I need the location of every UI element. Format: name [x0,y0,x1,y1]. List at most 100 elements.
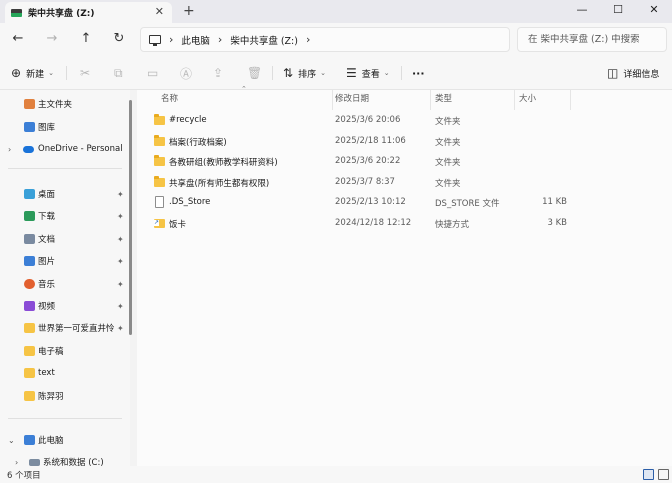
refresh-button[interactable]: ↻ [111,31,127,47]
column-header-name[interactable]: 名称 [157,90,333,110]
pin-icon[interactable]: ✦ [117,235,124,244]
sidebar-item-label: 图库 [38,123,56,133]
file-name: #recycle [169,115,207,125]
sort-button[interactable]: ⇅ 排序 ⌄ [283,65,326,81]
sidebar-item-label: OneDrive - Personal [38,144,123,154]
tiles-view-button[interactable] [658,469,669,480]
new-button[interactable]: ⊕ 新建 ⌄ [11,65,54,81]
sidebar-item-downloads[interactable]: 下载 ✦ [0,206,130,226]
sidebar-item-label: 视频 [38,302,56,312]
sidebar-item-desktop[interactable]: 桌面 ✦ [0,184,130,204]
file-date: 2025/2/18 11:06 [335,136,406,146]
tab-active[interactable]: 柴中共享盘 (Z:) ✕ [5,2,172,23]
copy-button[interactable]: ⧉ [114,65,128,81]
file-type: 快捷方式 [435,220,470,230]
column-header-size[interactable]: 大小 [515,90,571,110]
collapse-icon[interactable]: ⌄ [8,436,15,445]
sidebar-item-folder[interactable]: 电子稿 [0,341,130,361]
picture-icon [24,256,35,266]
address-bar[interactable]: › 此电脑 › 柴中共享盘 (Z:) › [140,27,510,52]
search-box[interactable] [517,27,667,52]
sidebar-item-documents[interactable]: 文档 ✦ [0,229,130,249]
folder-icon [154,176,165,187]
rename-button[interactable]: Ⓐ [180,65,197,81]
pc-icon [149,35,161,46]
minimize-button[interactable]: — [564,0,600,23]
table-row[interactable]: 各教研组(教师教学科研资料) 2025/3/6 20:22 文件夹 [137,152,672,172]
breadcrumb-current[interactable]: 柴中共享盘 (Z:) [230,33,298,47]
file-name: 共享盘(所有师生都有权限) [169,179,270,189]
command-bar: ⊕ 新建 ⌄ ✂ ⧉ ▭ Ⓐ ⇪ 🗑 ⇅ 排序 ⌄ ☰ 查看 ⌄ ··· ◫ 详… [0,56,672,90]
sidebar-item-gallery[interactable]: 图库 [0,117,130,137]
new-tab-button[interactable]: + [183,3,195,19]
chevron-right-icon[interactable]: › [306,33,310,46]
expand-icon[interactable]: › [8,145,11,154]
expand-icon[interactable]: › [15,458,18,467]
search-input[interactable] [528,34,666,45]
table-row[interactable]: #recycle 2025/3/6 20:06 文件夹 [137,111,672,131]
details-view-button[interactable] [643,469,654,480]
sidebar-item-home[interactable]: 主文件夹 [0,94,130,114]
pin-icon[interactable]: ✦ [117,324,124,333]
sidebar-item-videos[interactable]: 视频 ✦ [0,296,130,316]
file-type: 文件夹 [435,179,461,189]
folder-icon [24,346,35,356]
sidebar-item-label: 主文件夹 [38,100,73,110]
pin-icon[interactable]: ✦ [117,280,124,289]
up-button[interactable]: ↑ [78,31,94,47]
chevron-right-icon[interactable]: › [218,33,222,46]
pin-icon[interactable]: ✦ [117,257,124,266]
forward-button[interactable]: → [44,31,60,47]
pin-icon[interactable]: ✦ [117,190,124,199]
home-icon [24,99,35,109]
delete-button[interactable]: 🗑 [247,65,267,81]
drive-icon [29,458,40,466]
status-bar: 6 个项目 [0,466,672,483]
sidebar-scrollbar[interactable] [129,100,132,335]
file-date: 2024/12/18 12:12 [335,218,412,228]
folder-icon [24,368,35,378]
navigation-pane: 主文件夹 图库 › OneDrive - Personal 桌面 ✦ 下载 ✦ … [0,90,130,466]
table-row[interactable]: .DS_Store 2025/2/13 10:12 DS_STORE 文件 11… [137,193,672,213]
file-list: ⌃ 名称 修改日期 类型 大小 #recycle 2025/3/6 20:06 … [137,85,672,466]
sidebar-item-folder[interactable]: 世界第一可爱直井怜 ✦ [0,318,130,338]
toolbar-divider [401,66,402,80]
column-header-type[interactable]: 类型 [431,90,515,110]
sidebar-item-folder[interactable]: text [0,363,130,383]
share-button[interactable]: ⇪ [213,65,228,81]
sidebar-item-music[interactable]: 音乐 ✦ [0,274,130,294]
sidebar-item-label: 系统和数据 (C:) [43,458,104,466]
table-row[interactable]: 饭卡 2024/12/18 12:12 快捷方式 3 KB [137,214,672,234]
more-options-button[interactable]: ··· [412,65,425,81]
file-size: 11 KB [542,197,567,207]
tab-close-icon[interactable]: ✕ [155,5,164,18]
item-count: 6 个项目 [7,471,41,481]
breadcrumb-this-pc[interactable]: 此电脑 [181,33,210,47]
tab-title: 柴中共享盘 (Z:) [28,9,95,19]
pin-icon[interactable]: ✦ [117,302,124,311]
sidebar-item-this-pc[interactable]: ⌄ 此电脑 [0,430,130,450]
sidebar-item-onedrive[interactable]: › OneDrive - Personal [0,139,130,159]
sidebar-item-drive-c[interactable]: › 系统和数据 (C:) [0,452,130,467]
folder-icon [154,114,165,125]
cut-button[interactable]: ✂ [80,65,95,81]
sidebar-item-label: 世界第一可爱直井怜 [38,324,115,334]
table-row[interactable]: 档案(行政档案) 2025/2/18 11:06 文件夹 [137,132,672,152]
file-type: 文件夹 [435,138,461,148]
network-drive-icon [11,8,22,17]
sidebar-item-folder[interactable]: 陈羿羽 [0,386,130,406]
sidebar-item-pictures[interactable]: 图片 ✦ [0,251,130,271]
back-button[interactable]: ← [10,31,26,47]
close-window-button[interactable]: ✕ [636,0,672,23]
maximize-button[interactable]: ☐ [600,0,636,23]
toolbar-divider [272,66,273,80]
column-header-date[interactable]: 修改日期 [331,90,431,110]
chevron-right-icon[interactable]: › [169,33,173,46]
details-pane-button[interactable]: ◫ 详细信息 [607,65,659,81]
document-icon [24,234,35,244]
table-row[interactable]: 共享盘(所有师生都有权限) 2025/3/7 8:37 文件夹 [137,173,672,193]
pin-icon[interactable]: ✦ [117,212,124,221]
download-icon [24,211,35,221]
paste-button[interactable]: ▭ [147,65,163,81]
view-button[interactable]: ☰ 查看 ⌄ [346,65,390,81]
